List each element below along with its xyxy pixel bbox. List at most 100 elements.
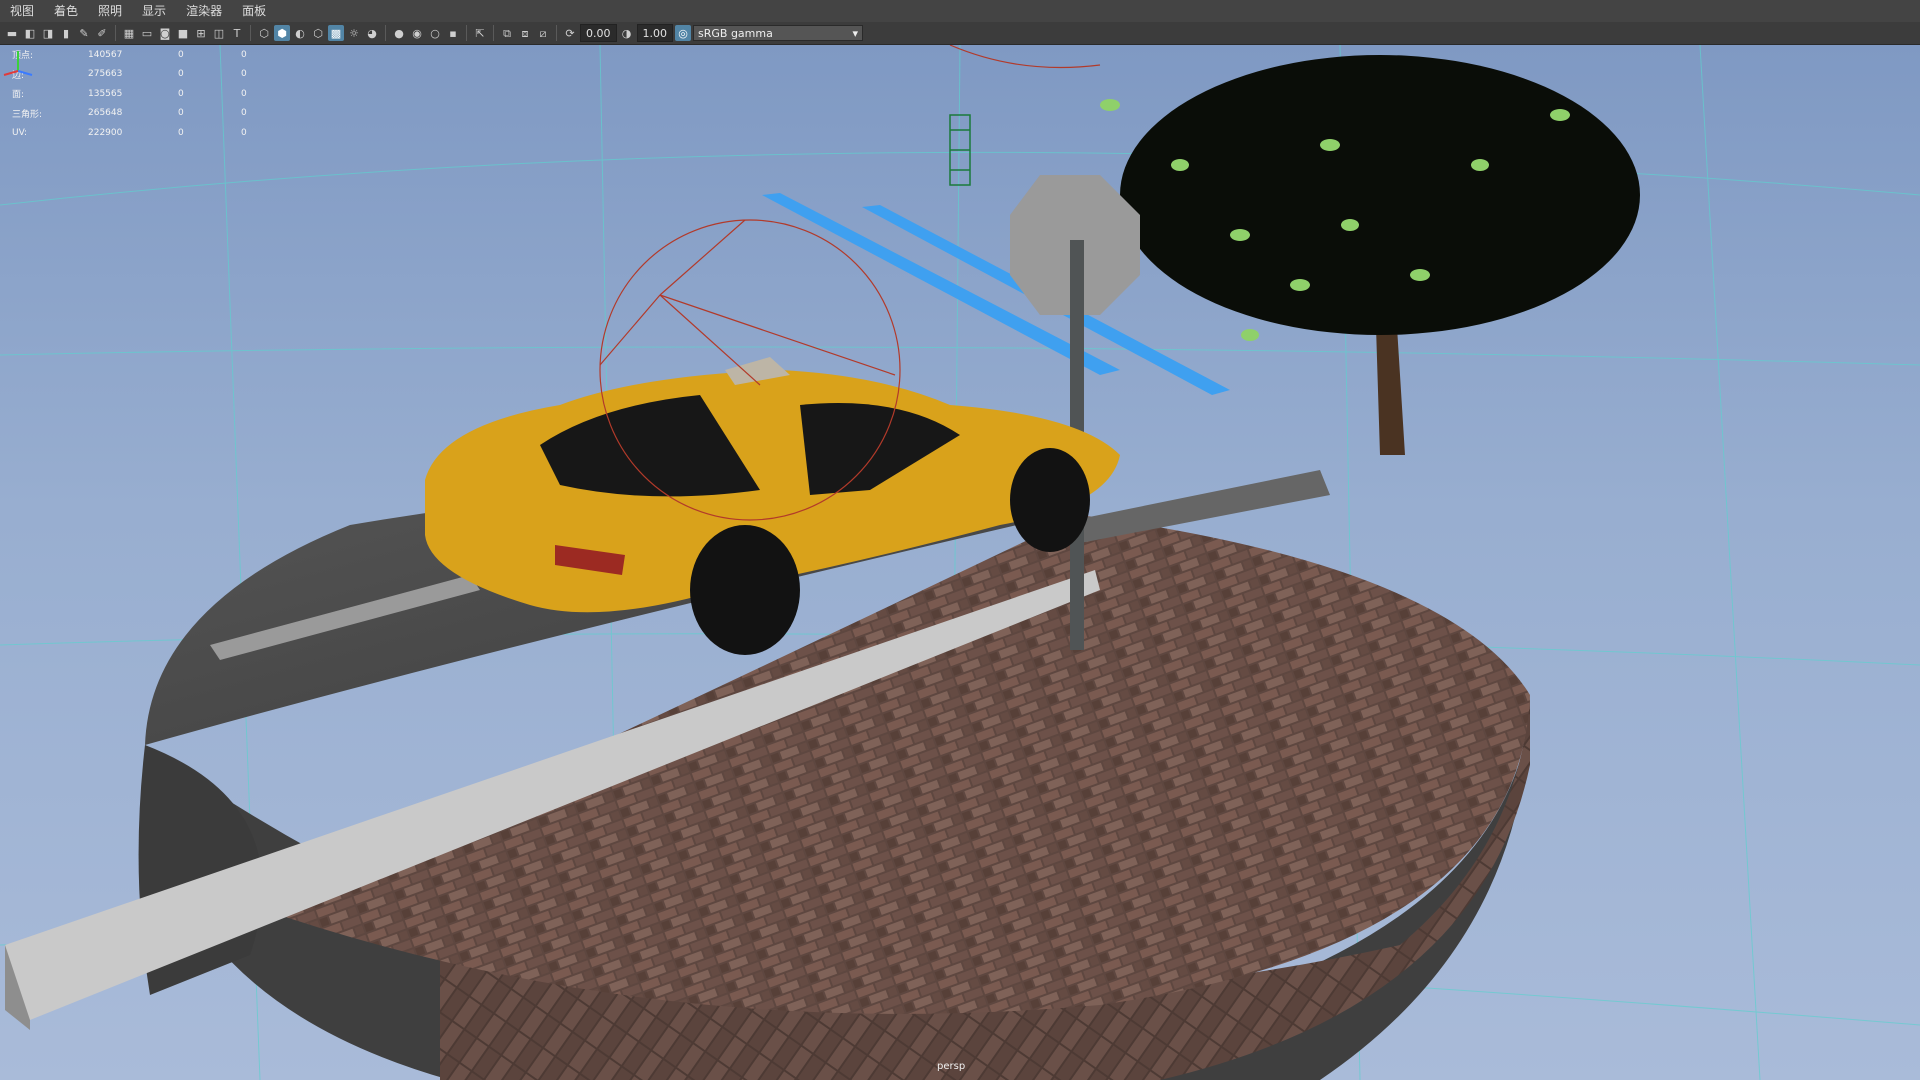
grid-line — [0, 346, 1920, 366]
leaf — [1171, 159, 1189, 171]
menubar: 视图 着色 照明 显示 渲染器 面板 — [0, 0, 1920, 22]
leaf — [1471, 159, 1489, 171]
toolbar-divider — [385, 25, 386, 41]
hud-value: 140567 — [88, 49, 123, 60]
grid-icon[interactable]: ▦ — [121, 25, 137, 41]
chevron-down-icon: ▾ — [852, 26, 858, 40]
axis-gizmo-icon — [3, 51, 33, 76]
hud-value: 0 — [178, 49, 184, 60]
car-wheel — [690, 525, 800, 655]
xray-joints-icon[interactable]: ⧈ — [517, 25, 533, 41]
locator-icon — [949, 114, 971, 186]
hud-value: 0 — [241, 127, 247, 138]
hud-value: 0 — [178, 127, 184, 138]
hud-row-uvs: UV: 222900 0 0 — [12, 123, 247, 143]
leaf — [1550, 109, 1570, 121]
leaf — [1341, 219, 1359, 231]
leaf — [1100, 99, 1120, 111]
camera-name-label: persp — [937, 1061, 966, 1072]
scene-svg — [0, 45, 1920, 1080]
shadows-icon[interactable]: ◕ — [364, 25, 380, 41]
hud-row-triangles: 三角形: 265648 0 0 — [12, 104, 247, 124]
textured-icon[interactable]: ▩ — [328, 25, 344, 41]
hud-value: 275663 — [88, 69, 123, 80]
toolbar-divider — [556, 25, 557, 41]
anti-aliasing-icon[interactable]: ○ — [427, 25, 443, 41]
hud-row-edges: 边: 275663 0 0 — [12, 65, 247, 85]
viewport-toolbar: ▬ ◧ ◨ ▮ ✎ ✐ ▦ ▭ ◙ ■ ⊞ ◫ T ⬡ ⬢ ◐ ⬡ ▩ ☼ ◕ … — [0, 22, 1920, 45]
field-chart-icon[interactable]: ⊞ — [193, 25, 209, 41]
motion-blur-icon[interactable]: ◉ — [409, 25, 425, 41]
gamma-field[interactable]: 1.00 — [636, 24, 673, 42]
leaf — [1320, 139, 1340, 151]
bookmark-icon[interactable]: ◨ — [40, 25, 56, 41]
hud-value: 0 — [241, 49, 247, 60]
toolbar-divider — [115, 25, 116, 41]
menu-shading[interactable]: 着色 — [44, 0, 88, 22]
tree — [1100, 55, 1640, 455]
hud-row-vertices: 顶点: 140567 0 0 — [12, 45, 247, 65]
menu-view[interactable]: 视图 — [0, 0, 44, 22]
tree-canopy — [1120, 55, 1640, 335]
screen-space-ao-icon[interactable]: ● — [391, 25, 407, 41]
leaf — [1410, 269, 1430, 281]
hud-value: 222900 — [88, 127, 123, 138]
light-cone-line — [659, 219, 746, 296]
hud-value: 0 — [178, 108, 184, 119]
light-cone-line — [949, 45, 1101, 69]
use-lights-icon[interactable]: ☼ — [346, 25, 362, 41]
exposure-icon[interactable]: ⟳ — [562, 25, 578, 41]
film-gate-icon[interactable]: ▭ — [139, 25, 155, 41]
image-plane-icon[interactable]: ▮ — [58, 25, 74, 41]
toolbar-divider — [493, 25, 494, 41]
hud-label: UV: — [12, 127, 28, 138]
camera-icon[interactable]: ▬ — [4, 25, 20, 41]
leaf — [1290, 279, 1310, 291]
smooth-shade-icon[interactable]: ⬢ — [274, 25, 290, 41]
gamma-icon[interactable]: ◑ — [619, 25, 635, 41]
car-wheel — [1010, 448, 1090, 552]
heads-up-display: 顶点: 140567 0 0 边: 275663 0 0 面: 135565 0… — [12, 45, 247, 143]
menu-renderer[interactable]: 渲染器 — [176, 0, 232, 22]
resolution-gate-icon[interactable]: ◙ — [157, 25, 173, 41]
hud-value: 0 — [178, 69, 184, 80]
menu-lighting[interactable]: 照明 — [88, 0, 132, 22]
camera-attributes-icon[interactable]: ◧ — [22, 25, 38, 41]
menu-show[interactable]: 显示 — [132, 0, 176, 22]
light-cone-line — [659, 294, 896, 376]
hud-row-faces: 面: 135565 0 0 — [12, 84, 247, 104]
wireframe-icon[interactable]: ⬡ — [256, 25, 272, 41]
safe-action-icon[interactable]: ◫ — [211, 25, 227, 41]
grease-pencil-icon[interactable]: ✐ — [94, 25, 110, 41]
color-space-label: sRGB gamma — [698, 26, 773, 40]
grid-line — [1699, 45, 1761, 1080]
2d-pan-icon[interactable]: ✎ — [76, 25, 92, 41]
xray-active-icon[interactable]: ⧄ — [535, 25, 551, 41]
light-cone-line — [599, 294, 661, 366]
hud-value: 135565 — [88, 88, 123, 99]
menu-panels[interactable]: 面板 — [232, 0, 276, 22]
hud-value: 265648 — [88, 108, 123, 119]
color-management-icon[interactable]: ◎ — [675, 25, 691, 41]
color-space-dropdown[interactable]: sRGB gamma ▾ — [693, 25, 863, 41]
hud-label: 三角形: — [12, 109, 43, 120]
hud-value: 0 — [241, 108, 247, 119]
light-cone-line — [659, 294, 761, 386]
leaf — [1230, 229, 1250, 241]
toolbar-divider — [250, 25, 251, 41]
depth-of-field-icon[interactable]: ▪ — [445, 25, 461, 41]
exposure-field[interactable]: 0.00 — [580, 24, 617, 42]
xray-icon[interactable]: ⧉ — [499, 25, 515, 41]
hud-value: 0 — [178, 88, 184, 99]
isolate-select-icon[interactable]: ⇱ — [472, 25, 488, 41]
safe-title-icon[interactable]: T — [229, 25, 245, 41]
hud-value: 0 — [241, 69, 247, 80]
hud-value: 0 — [241, 88, 247, 99]
default-material-icon[interactable]: ◐ — [292, 25, 308, 41]
wireframe-on-shaded-icon[interactable]: ⬡ — [310, 25, 326, 41]
toolbar-divider — [466, 25, 467, 41]
gate-mask-icon[interactable]: ■ — [175, 25, 191, 41]
3d-viewport[interactable]: 顶点: 140567 0 0 边: 275663 0 0 面: 135565 0… — [0, 45, 1920, 1080]
leaf — [1241, 329, 1259, 341]
hud-label: 面: — [12, 90, 25, 101]
